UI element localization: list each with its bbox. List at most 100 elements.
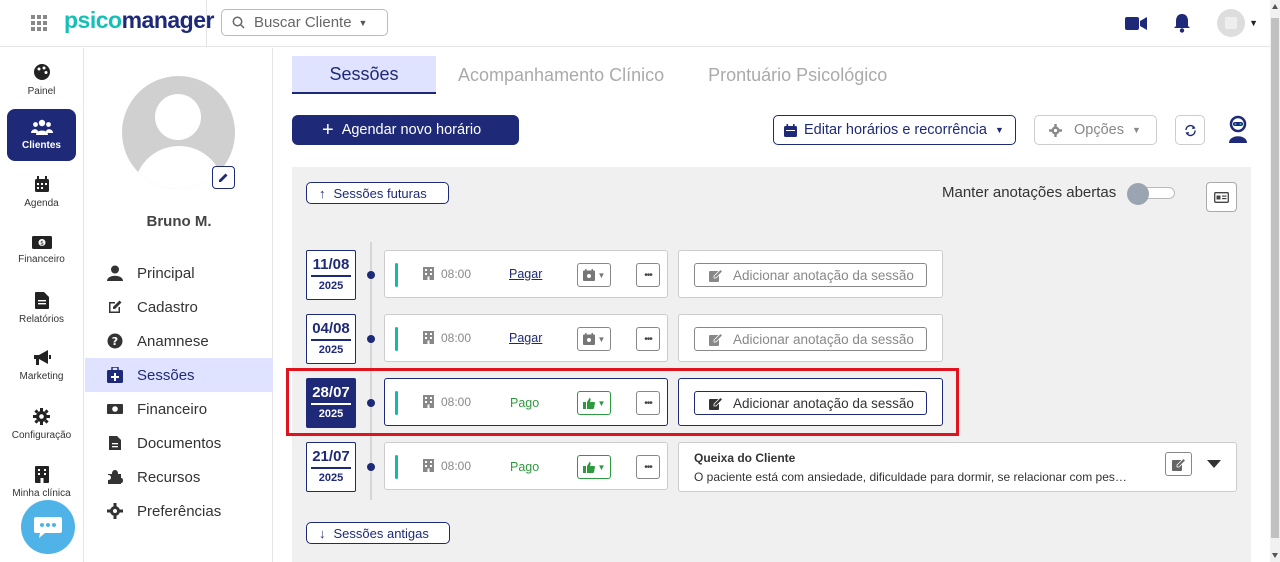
gear-icon <box>107 503 123 519</box>
note-edit-icon <box>1171 457 1186 471</box>
notes-view-button[interactable] <box>1206 182 1237 212</box>
users-icon <box>30 119 53 135</box>
payment-status-dropdown[interactable]: ▼ <box>577 263 611 287</box>
refresh-icon <box>1184 124 1196 136</box>
session-date[interactable]: 21/07 2025 <box>306 442 356 492</box>
old-sessions-button[interactable]: ↓ Sessões antigas <box>306 522 450 544</box>
building-icon <box>423 331 434 344</box>
options-button[interactable]: Opções ▼ <box>1034 115 1157 145</box>
pencil-icon <box>219 173 228 182</box>
nav-marketing[interactable]: Marketing <box>7 340 76 392</box>
apps-grid-icon[interactable] <box>31 15 47 31</box>
profile-menu-financeiro[interactable]: Financeiro <box>85 392 273 426</box>
paid-status: Pago <box>510 460 540 474</box>
app-logo[interactable]: psicomanager <box>64 7 214 34</box>
main-navigation: Painel Clientes Agenda $ Financeiro Rela… <box>0 48 84 562</box>
nav-configuracao[interactable]: Configuração <box>7 398 76 450</box>
profile-menu-principal[interactable]: Principal <box>85 256 273 290</box>
payment-status-dropdown[interactable]: ▼ <box>577 455 611 479</box>
client-name: Bruno M. <box>146 213 212 230</box>
calendar-icon <box>34 175 49 192</box>
video-call-icon[interactable] <box>1121 8 1151 38</box>
more-options-button[interactable]: ••• <box>636 455 660 479</box>
future-sessions-button[interactable]: ↑ Sessões futuras <box>306 182 449 204</box>
chevron-down-icon[interactable]: ▼ <box>1249 18 1258 28</box>
arrow-up-icon: ↑ <box>319 185 326 201</box>
money-icon: $ <box>31 235 52 249</box>
id-card-icon <box>1214 191 1229 203</box>
refresh-button[interactable] <box>1175 115 1205 145</box>
note-card: Adicionar anotação da sessão <box>678 314 943 362</box>
nav-painel[interactable]: Painel <box>7 54 76 106</box>
chat-support-button[interactable] <box>21 500 75 554</box>
more-options-button[interactable]: ••• <box>636 263 660 287</box>
medical-bag-icon <box>107 367 123 383</box>
session-row: 21/07 2025 08:00 Pago ▼ ••• Queixa do Cli… <box>306 442 1246 492</box>
calendar-icon <box>784 123 797 137</box>
note-edit-icon <box>709 332 723 346</box>
keep-notes-open-toggle[interactable] <box>1127 183 1177 205</box>
edit-avatar-button[interactable] <box>212 166 235 189</box>
edit-icon <box>109 300 122 313</box>
profile-menu-preferencias[interactable]: Preferências <box>85 494 273 528</box>
tab-bar: Sessões Acompanhamento Clínico Prontuári… <box>292 56 909 94</box>
note-title: Queixa do Cliente <box>694 451 796 465</box>
profile-menu-cadastro[interactable]: Cadastro <box>85 290 273 324</box>
timeline-dot <box>367 463 375 471</box>
plus-icon: + <box>322 119 334 141</box>
svg-text:$: $ <box>40 240 44 247</box>
session-card[interactable]: 08:00 Pagar ▼ ••• <box>384 314 668 362</box>
edit-schedule-button[interactable]: Editar horários e recorrência ▼ <box>773 115 1016 145</box>
nav-financeiro[interactable]: $ Financeiro <box>7 224 76 276</box>
profile-menu-recursos[interactable]: Recursos <box>85 460 273 494</box>
pay-link[interactable]: Pagar <box>509 331 542 345</box>
top-bar: psicomanager Buscar Cliente ▼ ▼ <box>0 0 1270 47</box>
new-schedule-button[interactable]: + Agendar novo horário <box>292 115 519 145</box>
add-note-button[interactable]: Adicionar anotação da sessão <box>694 263 927 287</box>
gear-icon <box>33 407 50 425</box>
tab-prontuario-psicologico[interactable]: Prontuário Psicológico <box>686 56 909 94</box>
file-icon <box>34 291 49 309</box>
profile-menu-documentos[interactable]: Documentos <box>85 426 273 460</box>
nav-relatorios[interactable]: Relatórios <box>7 282 76 334</box>
session-date[interactable]: 11/08 2025 <box>306 250 356 300</box>
search-placeholder: Buscar Cliente <box>254 14 352 31</box>
session-time: 08:00 <box>441 267 472 281</box>
tab-acompanhamento-clinico[interactable]: Acompanhamento Clínico <box>436 56 686 94</box>
nav-clientes[interactable]: Clientes <box>7 109 76 161</box>
notification-bell-icon[interactable] <box>1167 8 1197 38</box>
session-card[interactable]: 08:00 Pago ▼ ••• <box>384 442 668 490</box>
chevron-down-icon: ▼ <box>597 270 606 280</box>
gear-icon <box>1049 123 1062 137</box>
nav-agenda[interactable]: Agenda <box>7 166 76 218</box>
payment-status-dropdown[interactable]: ▼ <box>577 327 611 351</box>
session-card[interactable]: 08:00 Pagar ▼ ••• <box>384 250 668 298</box>
session-date[interactable]: 04/08 2025 <box>306 314 356 364</box>
session-time: 08:00 <box>441 459 472 473</box>
session-row: 11/08 2025 08:00 Pagar ▼ ••• Adicionar an… <box>306 250 1246 300</box>
add-note-button[interactable]: Adicionar anotação da sessão <box>694 327 927 351</box>
user-avatar[interactable] <box>1217 9 1246 37</box>
building-icon <box>34 465 49 483</box>
more-options-button[interactable]: ••• <box>636 327 660 351</box>
expand-note-chevron-icon[interactable] <box>1207 460 1221 468</box>
thumbs-up-icon <box>582 461 595 473</box>
session-time: 08:00 <box>441 331 472 345</box>
building-icon <box>423 459 434 472</box>
pay-link[interactable]: Pagar <box>509 267 542 281</box>
arrow-down-icon: ↓ <box>319 525 326 541</box>
status-bar <box>395 263 398 287</box>
sessions-panel: ↑ Sessões futuras Manter anotações abert… <box>292 167 1251 562</box>
tab-sessoes[interactable]: Sessões <box>292 56 436 94</box>
edit-note-button[interactable] <box>1165 452 1192 476</box>
question-icon: ? <box>107 333 123 349</box>
note-card: Adicionar anotação da sessão <box>678 250 943 298</box>
assistant-robot-icon[interactable] <box>1225 115 1251 145</box>
palette-icon <box>33 64 50 80</box>
chat-icon <box>34 517 62 538</box>
timeline-dot <box>367 271 375 279</box>
profile-menu-anamnese[interactable]: ? Anamnese <box>85 324 273 358</box>
client-search-dropdown[interactable]: Buscar Cliente ▼ <box>221 9 388 36</box>
profile-menu-sessoes[interactable]: Sessões <box>85 358 273 392</box>
scrollbar[interactable] <box>1270 0 1280 562</box>
